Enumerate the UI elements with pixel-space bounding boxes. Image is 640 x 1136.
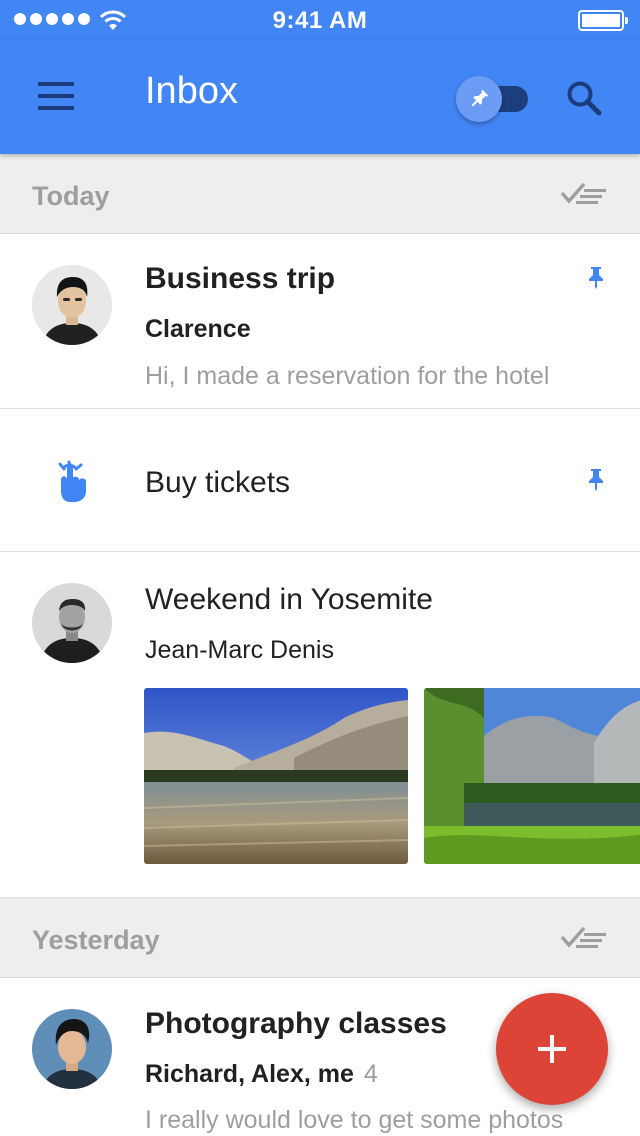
item-subject: Buy tickets	[145, 466, 291, 499]
section-header-yesterday: Yesterday	[0, 898, 640, 978]
item-subject: Photography classes	[145, 1007, 447, 1040]
app-bar: Inbox	[0, 40, 640, 154]
pin-icon[interactable]	[588, 267, 604, 289]
toggle-thumb	[456, 76, 502, 122]
sweep-done-icon	[560, 926, 606, 948]
page-title: Inbox	[145, 70, 238, 112]
list-item[interactable]: Buy tickets	[0, 409, 640, 552]
pin-icon	[471, 89, 489, 107]
photo-thumbnail-lake[interactable]	[144, 688, 408, 864]
section-header-today: Today	[0, 154, 640, 234]
item-sender: Clarence	[145, 315, 251, 343]
item-snippet: Hi, I made a reservation for the hotel	[145, 362, 550, 390]
sweep-done-icon	[560, 182, 606, 204]
item-subject: Business trip	[145, 262, 336, 295]
avatar	[32, 583, 112, 663]
item-sender: Jean-Marc Denis	[145, 636, 334, 664]
pin-icon[interactable]	[588, 469, 604, 491]
item-sender-names: Richard, Alex, me	[145, 1060, 354, 1088]
reminder-finger-icon	[58, 460, 87, 502]
message-count: 4	[363, 1060, 378, 1088]
section-title: Today	[32, 181, 110, 211]
item-snippet: I really would love to get some photos	[145, 1106, 564, 1134]
menu-button[interactable]	[38, 82, 74, 110]
hamburger-icon	[38, 82, 74, 86]
status-time: 9:41 AM	[272, 7, 368, 34]
section-title: Yesterday	[32, 925, 160, 955]
search-button[interactable]	[564, 78, 604, 118]
compose-button[interactable]	[496, 993, 608, 1105]
list-item[interactable]: Weekend in Yosemite Jean-Marc Denis	[0, 552, 640, 898]
status-bar: 9:41 AM	[0, 0, 640, 40]
pinned-filter-toggle[interactable]	[456, 76, 532, 122]
item-subject: Weekend in Yosemite	[145, 583, 433, 616]
avatar	[32, 1009, 112, 1089]
item-sender: Richard, Alex, me 4	[145, 1060, 378, 1089]
search-icon	[567, 81, 602, 116]
battery-icon	[578, 10, 628, 31]
sweep-button[interactable]	[560, 924, 608, 952]
photo-thumbnail-meadow[interactable]	[424, 688, 640, 864]
list-item[interactable]: Business trip Clarence Hi, I made a rese…	[0, 234, 640, 409]
avatar	[32, 265, 112, 345]
sweep-button[interactable]	[560, 180, 608, 208]
